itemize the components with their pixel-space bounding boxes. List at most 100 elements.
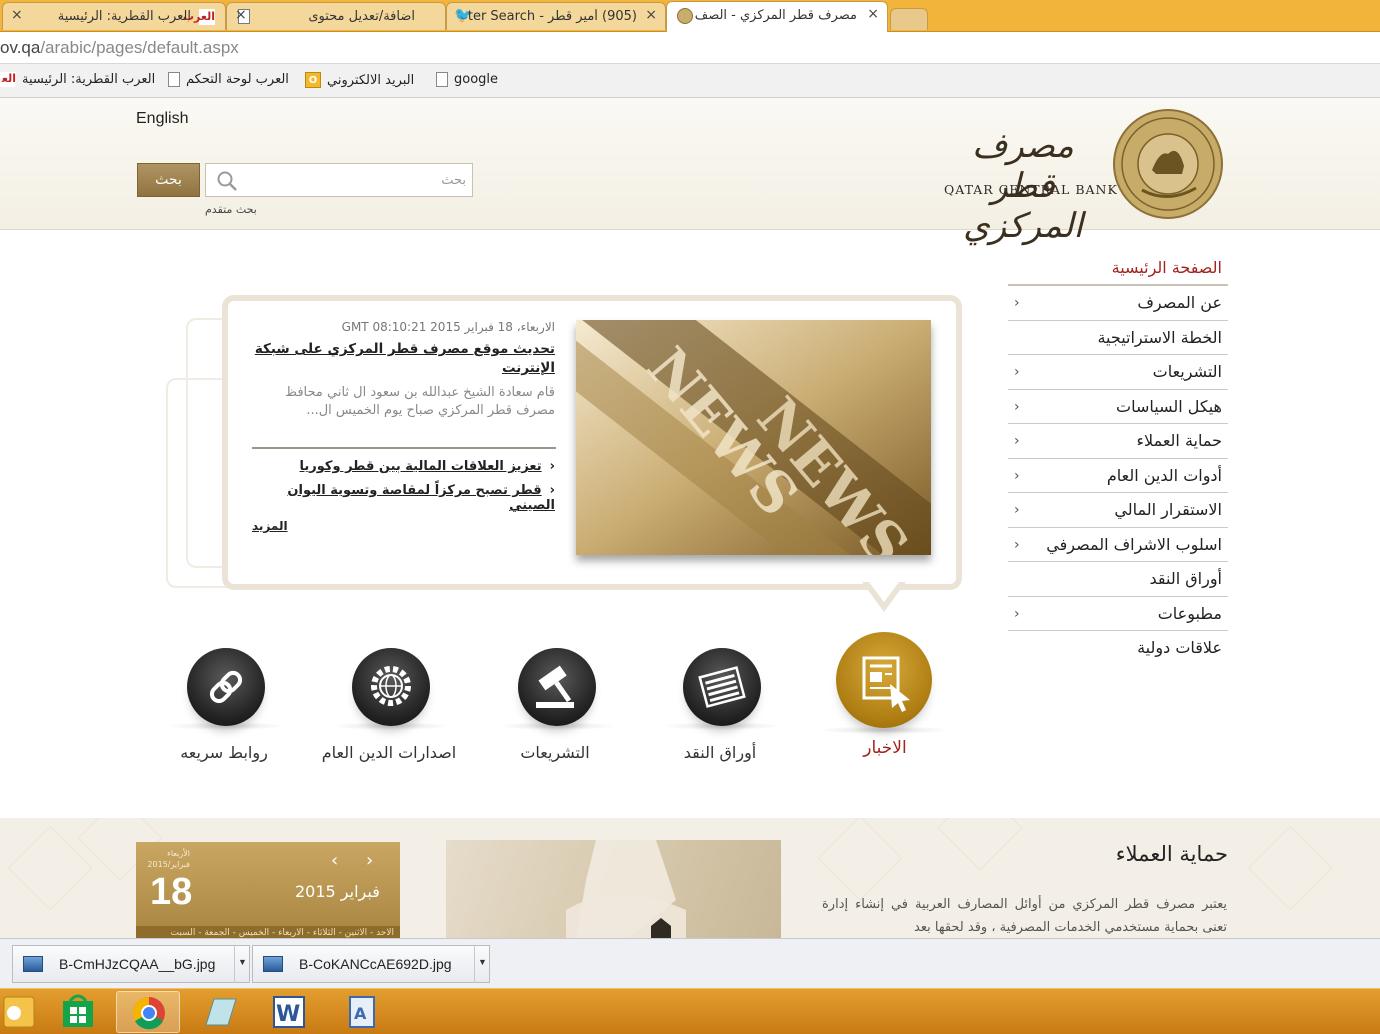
tab-close-icon[interactable]: ×	[235, 7, 247, 23]
quick-link-banknotes-label[interactable]: أوراق النقد	[650, 740, 790, 765]
chevron-left-icon: ‹	[1014, 502, 1020, 518]
download-item[interactable]: B-CoKANCcAE692D.jpg ▼	[252, 945, 490, 983]
outlook-taskbar-button[interactable]	[0, 991, 46, 1033]
bookmark-alarab-home[interactable]: العرب القطرية: الرئيسية ﺍﻟﻌ	[0, 72, 155, 87]
news-date: الاربعاء، 18 فبراير 2015 GMT 08:10:21	[341, 320, 555, 334]
news-image[interactable]: NEWS NEWS	[576, 320, 931, 555]
tab-twitter-search[interactable]: 🐦 (905) أمير قطر - ter Search ×	[446, 2, 666, 30]
search-button[interactable]: بحث	[137, 163, 200, 197]
calendar-weekday-label: الأربعاء	[167, 849, 190, 858]
nav-label: هيكل السياسات	[1116, 396, 1222, 416]
bookmark-label: العرب لوحة التحكم	[186, 72, 289, 87]
calendar-day: 18	[150, 871, 193, 913]
news-link-korea[interactable]: ‹ تعزيز العلاقات المالية بين قطر وكوريا	[250, 459, 555, 474]
nav-item-legislation[interactable]: التشريعات ‹	[1008, 355, 1228, 390]
search-input[interactable]	[246, 166, 466, 194]
quick-link-banknotes[interactable]	[683, 648, 761, 726]
tab-alarab[interactable]: ﺍﻟﻌﺮﺏ العرب القطرية: الرئيسية ×	[2, 2, 226, 30]
news-panel-tail	[869, 582, 899, 602]
customer-protection-image[interactable]	[446, 840, 781, 940]
english-language-link[interactable]: English	[136, 110, 188, 128]
new-tab-button[interactable]	[890, 8, 928, 30]
quick-link-links-label[interactable]: روابط سريعه	[154, 740, 294, 765]
calendar-next-button[interactable]: ›	[366, 850, 373, 871]
quick-link-legislation[interactable]	[518, 648, 596, 726]
chevron-down-icon[interactable]: ▼	[234, 945, 250, 983]
nav-label: علاقات دولية	[1137, 638, 1222, 657]
nav-item-strategy[interactable]: الخطة الاستراتيجية	[1008, 321, 1228, 355]
image-file-icon	[263, 956, 283, 972]
chevron-left-icon: ‹	[1014, 295, 1020, 311]
quick-link-news[interactable]	[836, 632, 932, 728]
nav-item-international-relations[interactable]: علاقات دولية	[1008, 631, 1228, 666]
tab-close-icon[interactable]: ×	[645, 7, 657, 23]
nav-item-publications[interactable]: مطبوعات ‹	[1008, 597, 1228, 631]
nav-item-banking-supervision[interactable]: اسلوب الاشراف المصرفي ‹	[1008, 528, 1228, 562]
news-link-label: تعزيز العلاقات المالية بين قطر وكوريا	[299, 459, 542, 474]
tab-edit-content[interactable]: اضافة/تعديل محتوى ×	[226, 2, 446, 30]
pattern-shape	[937, 818, 1023, 871]
nav-item-about[interactable]: عن المصرف ‹	[1008, 286, 1228, 321]
bookmark-label: google	[454, 72, 499, 87]
download-item[interactable]: B-CmHJzCQAA__bG.jpg ▼	[12, 945, 250, 983]
news-link-yuan[interactable]: ‹قطر تصبح مركزاً لمقاصة وتسوية اليوان ال…	[250, 483, 555, 513]
url-path: /arabic/pages/default.aspx	[40, 38, 239, 57]
word-icon: W	[273, 996, 305, 1028]
qcb-seal-icon[interactable]	[1112, 108, 1224, 220]
tab-title: (905) أمير قطر - ter Search	[467, 9, 637, 24]
nav-label: اسلوب الاشراف المصرفي	[1046, 534, 1222, 554]
browser-tab-bar: ﺍﻟﻌﺮﺏ العرب القطرية: الرئيسية × اضافة/تع…	[0, 0, 1380, 32]
quick-link-legislation-label[interactable]: التشريعات	[485, 740, 625, 765]
tab-qcb-active[interactable]: مصرف قطر المركزي - الصف ×	[666, 1, 888, 32]
nav-item-policy-structure[interactable]: هيكل السياسات ‹	[1008, 390, 1228, 424]
quick-link-public-debt-label[interactable]: اصدارات الدين العام	[319, 740, 459, 765]
quick-link-links[interactable]	[187, 648, 265, 726]
nav-home[interactable]: الصفحة الرئيسية	[1008, 250, 1228, 286]
wordpad-taskbar-button[interactable]: A	[330, 991, 394, 1033]
outlook-icon	[3, 996, 35, 1028]
bookmark-email[interactable]: البريد الالكتروني O	[305, 72, 414, 88]
download-filename: B-CoKANCcAE692D.jpg	[299, 956, 452, 972]
nav-item-financial-stability[interactable]: الاستقرار المالي ‹	[1008, 493, 1228, 528]
nav-label: الخطة الاستراتيجية	[1097, 327, 1222, 347]
news-icon	[862, 656, 910, 712]
news-link-label: قطر تصبح مركزاً لمقاصة وتسوية اليوان الص…	[287, 483, 555, 513]
notes-taskbar-button[interactable]	[188, 991, 252, 1033]
advanced-search-link[interactable]: بحث متقدم	[205, 203, 257, 216]
nav-item-banknotes[interactable]: أوراق النقد	[1008, 562, 1228, 597]
word-taskbar-button[interactable]: W	[256, 991, 320, 1033]
news-divider	[252, 447, 556, 449]
nav-item-customer-protection[interactable]: حماية العملاء ‹	[1008, 424, 1228, 459]
qcb-seal-icon	[677, 8, 693, 24]
bookmark-google[interactable]: google	[436, 72, 498, 87]
bookmark-alarab-dashboard[interactable]: العرب لوحة التحكم	[168, 72, 289, 87]
news-more-link[interactable]: المزيد	[252, 519, 288, 533]
store-taskbar-button[interactable]	[46, 991, 110, 1033]
tab-title: العرب القطرية: الرئيسية	[57, 9, 191, 24]
nav-label: عن المصرف	[1137, 293, 1222, 312]
nav-label: أدوات الدين العام	[1106, 465, 1222, 485]
side-navigation: الصفحة الرئيسية عن المصرف ‹ الخطة الاسترا…	[1008, 250, 1228, 666]
address-bar[interactable]: ov.qa/arabic/pages/default.aspx	[0, 32, 1380, 64]
hands-protecting-house-image	[566, 840, 686, 940]
search-icon[interactable]	[216, 170, 238, 192]
chevron-left-icon: ‹	[1014, 467, 1020, 484]
quick-link-news-label[interactable]: الاخبار	[815, 736, 955, 761]
logo-arabic-wordmark: مصرف قطر المركزي	[963, 126, 1084, 246]
quick-link-public-debt[interactable]	[352, 648, 430, 726]
notes-icon	[205, 998, 237, 1026]
tab-close-icon[interactable]: ×	[867, 6, 879, 22]
news-excerpt: قام سعادة الشيخ عبدالله بن سعود ال ثاني …	[285, 385, 555, 418]
news-headline-link[interactable]: تحديث موقع مصرف قطر المركزي على شبكة الإ…	[250, 340, 555, 378]
logo-english-wordmark: QATAR CENTRAL BANK	[944, 182, 1118, 197]
url-text[interactable]: ov.qa/arabic/pages/default.aspx	[0, 38, 239, 58]
nav-item-public-debt[interactable]: أدوات الدين العام ‹	[1008, 459, 1228, 493]
tab-title: اضافة/تعديل محتوى	[308, 9, 415, 24]
chrome-taskbar-button[interactable]	[116, 991, 180, 1033]
chevron-down-icon[interactable]: ▼	[474, 945, 490, 983]
search-box[interactable]	[205, 163, 473, 197]
tab-close-icon[interactable]: ×	[11, 7, 23, 23]
alarab-icon: ﺍﻟﻌ	[0, 72, 16, 87]
calendar-prev-button[interactable]: ‹	[331, 850, 338, 871]
customer-protection-title[interactable]: حماية العملاء	[1050, 842, 1228, 866]
